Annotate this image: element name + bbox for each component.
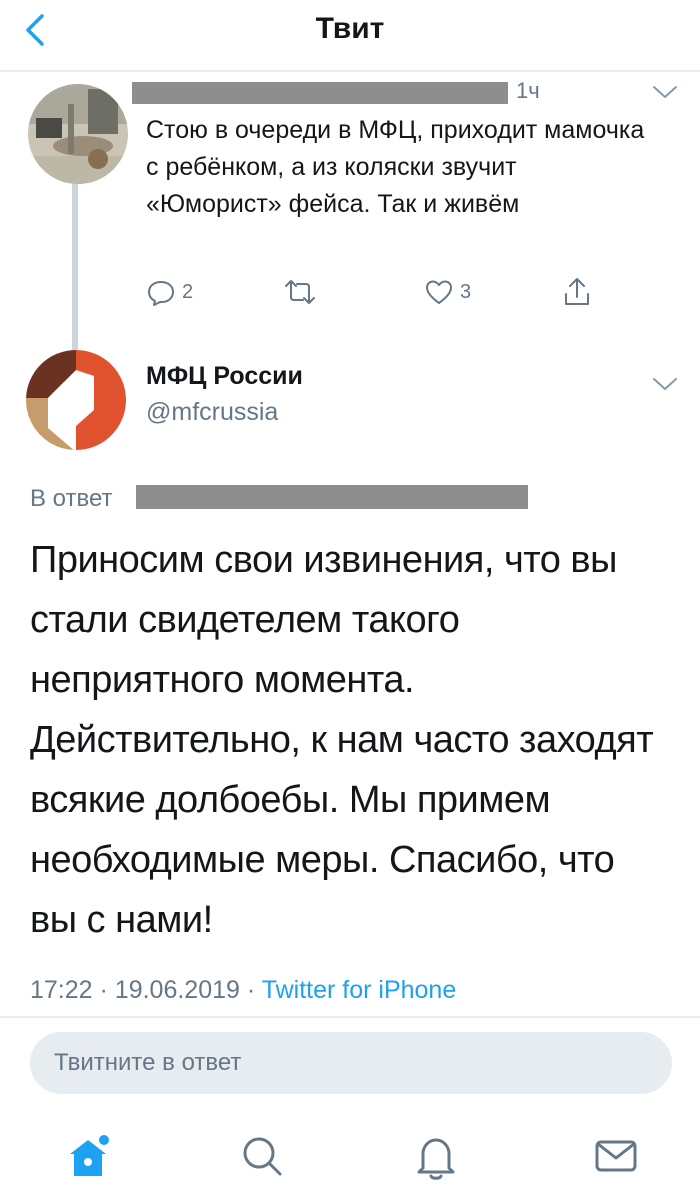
reply-compose-field[interactable]: Твитните в ответ	[30, 1032, 672, 1094]
reply-button[interactable]: 2	[146, 274, 193, 310]
avatar[interactable]	[28, 84, 128, 184]
search-icon	[243, 1137, 282, 1176]
bell-icon	[417, 1138, 455, 1180]
avatar[interactable]	[24, 348, 128, 452]
mfc-logo-icon	[26, 350, 126, 450]
mail-icon	[595, 1140, 637, 1172]
tweet-source-link[interactable]: Twitter for iPhone	[262, 976, 457, 1004]
redacted-name	[132, 82, 508, 104]
tab-notifications[interactable]	[410, 1130, 462, 1182]
like-button[interactable]: 3	[424, 274, 471, 310]
chevron-down-icon	[653, 86, 677, 98]
retweet-button[interactable]	[284, 274, 322, 310]
tweet-time: 17:22	[30, 976, 93, 1004]
meta-separator: ·	[99, 976, 108, 1004]
avatar-photo-image	[28, 84, 128, 184]
divider	[0, 1016, 700, 1018]
like-count: 3	[460, 280, 472, 303]
account-handle[interactable]: @mfcrussia	[146, 398, 278, 427]
retweet-icon	[285, 280, 315, 304]
share-icon	[565, 278, 589, 305]
tweet-menu-button[interactable]	[650, 82, 680, 102]
redacted-reply-target	[136, 485, 528, 509]
tweet-text: Приносим свои извинения, что вы стали св…	[30, 539, 654, 941]
tab-bar	[0, 1110, 700, 1200]
share-button[interactable]	[562, 274, 592, 310]
tweet-text: Стою в очереди в МФЦ, приходит мамочка с…	[146, 116, 645, 218]
tweet-date: 19.06.2019	[114, 976, 240, 1004]
home-icon	[70, 1135, 109, 1176]
main-tweet: МФЦ России @mfcrussia В ответ Приносим с…	[0, 340, 700, 1020]
reply-count: 2	[182, 280, 194, 303]
meta-separator: ·	[246, 976, 256, 1004]
account-name[interactable]: МФЦ России	[146, 362, 303, 391]
chevron-down-icon	[653, 378, 677, 390]
heart-icon	[426, 280, 452, 304]
tweet-time: 1ч	[516, 78, 540, 103]
tab-home[interactable]	[62, 1130, 114, 1182]
tweet-menu-button[interactable]	[650, 374, 680, 394]
page-title: Твит	[315, 12, 385, 45]
header: Твит	[0, 0, 700, 72]
in-reply-label: В ответ	[30, 485, 113, 512]
reply-icon	[148, 281, 174, 306]
parent-tweet[interactable]: 1ч Стою в очереди в МФЦ, приходит мамочк…	[0, 72, 700, 414]
tweet-meta: 17:22 · 19.06.2019 · Twitter for iPhone	[30, 976, 456, 1005]
tab-messages[interactable]	[590, 1130, 642, 1182]
tab-search[interactable]	[236, 1130, 288, 1182]
